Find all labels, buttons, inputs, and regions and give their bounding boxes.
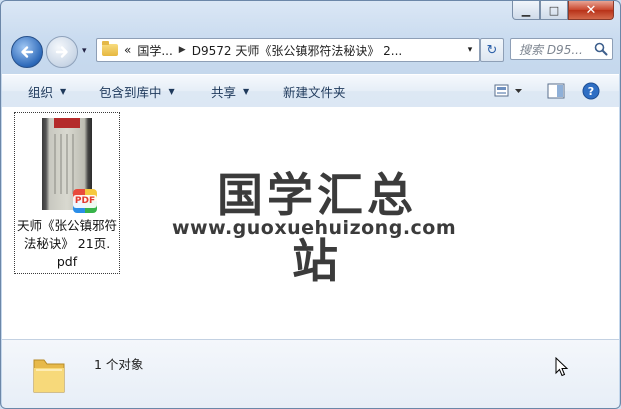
include-in-library-button[interactable]: 包含到库中 ▼ (99, 75, 175, 107)
chevron-down-icon: ▼ (60, 86, 67, 96)
minimize-button[interactable]: ▁ (512, 1, 540, 20)
file-name-line: pdf (56, 254, 78, 269)
command-bar: 组织 ▼ 包含到库中 ▼ 共享 ▼ 新建文件夹 ? (2, 74, 619, 108)
search-input[interactable]: 搜索 D95... (510, 38, 613, 60)
file-name-line: 法秘诀》 21页. (23, 236, 111, 251)
arrow-left-icon (21, 46, 34, 58)
file-name-line: 天师《张公镇邪符 (16, 218, 117, 233)
organize-label: 组织 (28, 84, 54, 100)
close-button[interactable]: ✕ (568, 1, 614, 20)
refresh-icon: ↻ (486, 42, 498, 58)
breadcrumb-item[interactable]: D9572 天师《张公镇邪符法秘诀》 2... (192, 42, 403, 59)
change-view-button[interactable] (493, 82, 527, 100)
address-overflow-chevron[interactable]: « (124, 43, 131, 57)
share-label: 共享 (211, 84, 237, 100)
breadcrumb-separator-icon[interactable]: ▶ (179, 45, 186, 55)
details-pane: 1 个对象 (2, 339, 619, 408)
maximize-button[interactable]: □ (540, 1, 568, 20)
watermark-url: www.guoxuehuizong.com (172, 217, 457, 239)
include-in-library-label: 包含到库中 (99, 84, 162, 100)
file-name: 天师《张公镇邪符 法秘诀》 21页. pdf (15, 217, 119, 271)
new-folder-label: 新建文件夹 (283, 84, 346, 100)
recent-pages-button[interactable]: ▾ (82, 46, 92, 56)
search-icon (594, 42, 608, 56)
breadcrumb-item[interactable]: 国学... (137, 42, 172, 59)
arrow-right-icon (55, 46, 68, 58)
back-button[interactable] (11, 36, 43, 68)
address-bar[interactable]: « 国学... ▶ D9572 天师《张公镇邪符法秘诀》 2... ▾ (96, 38, 480, 62)
navigation-bar: ▾ « 国学... ▶ D9572 天师《张公镇邪符法秘诀》 2... ▾ ↻ … (11, 34, 613, 68)
thumbnail-text-lines (54, 134, 78, 194)
item-count: 1 个对象 (94, 357, 144, 372)
folder-icon (33, 359, 65, 393)
share-button[interactable]: 共享 ▼ (211, 75, 249, 107)
new-folder-button[interactable]: 新建文件夹 (283, 75, 346, 107)
svg-text:?: ? (588, 85, 594, 98)
pdf-badge-label: PDF (72, 194, 98, 208)
file-list-area[interactable]: PDF 天师《张公镇邪符 法秘诀》 21页. pdf 国学汇总站 www.guo… (2, 107, 619, 339)
folder-icon (102, 41, 118, 56)
search-placeholder: 搜索 D95... (519, 42, 583, 57)
chevron-down-icon: ▼ (243, 86, 250, 96)
address-dropdown-button[interactable]: ▾ (461, 39, 479, 61)
forward-button[interactable] (46, 36, 78, 68)
thumbnail-pdf-label (54, 118, 80, 128)
refresh-button[interactable]: ↻ (480, 38, 504, 62)
help-icon[interactable]: ? (581, 82, 601, 100)
chevron-down-icon: ▼ (168, 86, 175, 96)
file-item-pdf[interactable]: PDF 天师《张公镇邪符 法秘诀》 21页. pdf (14, 112, 120, 274)
pdf-file-type-icon: PDF (72, 189, 98, 213)
caption-buttons: ▁ □ ✕ (512, 1, 614, 20)
mouse-cursor-icon (555, 357, 569, 377)
explorer-window: ▁ □ ✕ ▾ « 国学... ▶ D9572 天师《张公镇邪符法秘诀》 2..… (0, 0, 621, 409)
preview-pane-icon[interactable] (546, 82, 566, 100)
organize-button[interactable]: 组织 ▼ (28, 75, 66, 107)
